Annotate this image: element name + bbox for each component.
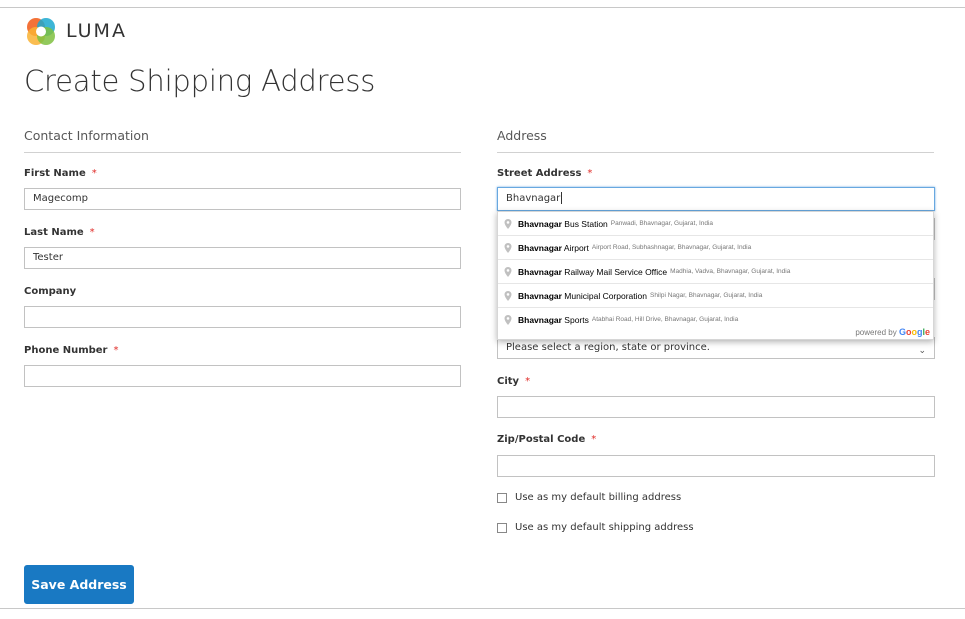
google-logo: Google	[898, 327, 930, 337]
map-pin-icon	[504, 266, 512, 277]
street-address-value: Bhavnagar	[506, 193, 561, 204]
address-autocomplete-dropdown: Bhavnagar Bus Station Panwadi, Bhavnagar…	[497, 211, 934, 340]
zip-postal-code-input[interactable]	[497, 455, 935, 477]
bottom-divider	[0, 608, 965, 609]
top-divider	[0, 7, 965, 8]
map-pin-icon	[504, 314, 512, 325]
default-billing-checkbox-row[interactable]: Use as my default billing address	[497, 492, 681, 503]
first-name-input[interactable]: Magecomp	[24, 188, 461, 210]
address-legend: Address	[497, 128, 934, 153]
text-caret	[561, 192, 563, 204]
company-label: Company	[24, 286, 77, 297]
last-name-label: Last Name *	[24, 227, 95, 238]
address-section: Address	[497, 128, 934, 153]
contact-information-section: Contact Information	[24, 128, 461, 153]
phone-number-input[interactable]	[24, 365, 461, 387]
default-shipping-checkbox-row[interactable]: Use as my default shipping address	[497, 522, 694, 533]
last-name-input[interactable]: Tester	[24, 247, 461, 269]
required-mark: *	[525, 376, 531, 387]
city-label: City *	[497, 376, 531, 387]
required-mark: *	[89, 227, 95, 238]
required-mark: *	[587, 168, 593, 179]
map-pin-icon	[504, 242, 512, 253]
page-title: Create Shipping Address	[24, 64, 376, 98]
default-shipping-checkbox[interactable]	[497, 522, 507, 533]
save-address-button[interactable]: Save Address	[24, 565, 134, 604]
city-input[interactable]	[497, 396, 935, 418]
chevron-down-icon: ⌄	[918, 346, 926, 356]
first-name-label: First Name *	[24, 168, 97, 179]
required-mark: *	[91, 168, 97, 179]
luma-logo-text: LUMA	[66, 20, 127, 42]
region-select[interactable]: Please select a region, state or provinc…	[497, 337, 935, 359]
street-address-label: Street Address *	[497, 168, 593, 179]
default-billing-checkbox[interactable]	[497, 492, 507, 503]
phone-number-label: Phone Number *	[24, 345, 119, 356]
autocomplete-suggestion[interactable]: Bhavnagar Municipal Corporation Shilpi N…	[498, 283, 933, 307]
required-mark: *	[591, 434, 597, 445]
zip-postal-code-label: Zip/Postal Code *	[497, 434, 597, 445]
autocomplete-suggestion[interactable]: Bhavnagar Bus Station Panwadi, Bhavnagar…	[498, 212, 933, 235]
luma-logo[interactable]: LUMA	[24, 16, 127, 46]
contact-information-legend: Contact Information	[24, 128, 461, 153]
default-shipping-label: Use as my default shipping address	[515, 522, 694, 533]
powered-by-google: powered by Google	[855, 327, 930, 337]
required-mark: *	[113, 345, 119, 356]
street-address-input[interactable]: Bhavnagar	[497, 187, 935, 211]
autocomplete-suggestion[interactable]: Bhavnagar Railway Mail Service Office Ma…	[498, 259, 933, 283]
autocomplete-suggestion[interactable]: Bhavnagar Airport Airport Road, Subhashn…	[498, 235, 933, 259]
region-select-value: Please select a region, state or provinc…	[506, 342, 710, 353]
default-billing-label: Use as my default billing address	[515, 492, 682, 503]
company-input[interactable]	[24, 306, 461, 328]
map-pin-icon	[504, 290, 512, 301]
luma-logo-icon	[27, 18, 55, 45]
map-pin-icon	[504, 218, 512, 229]
